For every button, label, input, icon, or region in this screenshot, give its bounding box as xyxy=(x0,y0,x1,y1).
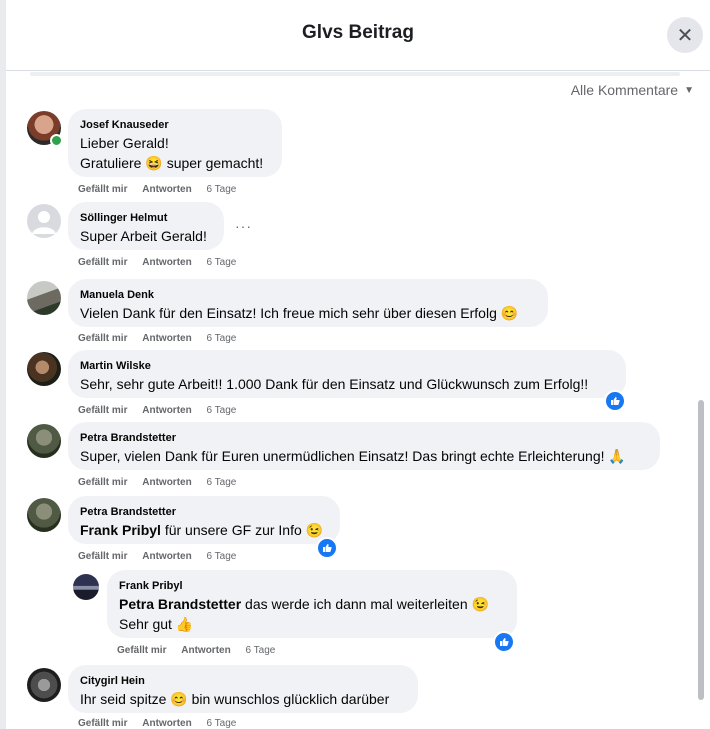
comment-text: Frank Pribyl für unsere GF zur Info 😉 xyxy=(80,522,324,538)
comment-time[interactable]: 6 Tage xyxy=(245,645,275,656)
comment-author[interactable]: Manuela Denk xyxy=(80,287,536,303)
like-link[interactable]: Gefällt mir xyxy=(78,477,127,488)
reply-link[interactable]: Antworten xyxy=(142,718,191,729)
reply-link[interactable]: Antworten xyxy=(142,257,191,268)
smile-emoji-icon: 😊 xyxy=(170,691,188,707)
comment-actions: Gefällt mir Antworten 6 Tage xyxy=(78,257,236,268)
comment-time[interactable]: 6 Tage xyxy=(206,551,236,562)
comment-author[interactable]: Petra Brandstetter xyxy=(80,430,648,446)
comment-actions: Gefällt mir Antworten 6 Tage xyxy=(78,718,236,729)
comment-author[interactable]: Josef Knauseder xyxy=(80,117,270,133)
dialog-title: Glvs Beitrag xyxy=(302,22,414,43)
comment-actions: Gefällt mir Antworten 6 Tage xyxy=(78,184,236,195)
mention-link[interactable]: Frank Pribyl xyxy=(80,522,161,538)
avatar[interactable] xyxy=(27,424,61,458)
reply-link[interactable]: Antworten xyxy=(181,645,230,656)
reply-link[interactable]: Antworten xyxy=(142,405,191,416)
comment-text: Vielen Dank für den Einsatz! Ich freue m… xyxy=(80,305,519,321)
post-footer-divider xyxy=(30,72,680,76)
avatar[interactable] xyxy=(27,281,61,315)
reply-bubble: Frank Pribyl Petra Brandstetter das werd… xyxy=(107,570,517,638)
smile-emoji-icon: 😊 xyxy=(500,305,519,321)
comment-bubble: Petra Brandstetter Super, vielen Dank fü… xyxy=(68,422,660,470)
like-link[interactable]: Gefällt mir xyxy=(78,405,127,416)
like-reaction-icon[interactable] xyxy=(493,631,515,653)
like-reaction-icon[interactable] xyxy=(604,390,626,412)
comment-time[interactable]: 6 Tage xyxy=(206,477,236,488)
like-link[interactable]: Gefällt mir xyxy=(78,718,127,729)
scrollbar-thumb[interactable] xyxy=(698,400,704,700)
caret-down-icon: ▼ xyxy=(684,84,694,96)
comment-bubble: Söllinger Helmut Super Arbeit Gerald! xyxy=(68,202,224,250)
comment-actions: Gefällt mir Antworten 6 Tage xyxy=(78,405,236,416)
like-link[interactable]: Gefällt mir xyxy=(78,333,127,344)
comment-author[interactable]: Söllinger Helmut xyxy=(80,210,212,226)
comment-text: Petra Brandstetter das werde ich dann ma… xyxy=(119,596,489,612)
like-link[interactable]: Gefällt mir xyxy=(78,184,127,195)
comment-time[interactable]: 6 Tage xyxy=(206,257,236,268)
avatar[interactable] xyxy=(27,668,61,702)
wink-emoji-icon: 😉 xyxy=(471,596,489,612)
comment-bubble: Manuela Denk Vielen Dank für den Einsatz… xyxy=(68,279,548,327)
like-reaction-icon[interactable] xyxy=(316,537,338,559)
comment-time[interactable]: 6 Tage xyxy=(206,405,236,416)
laughing-emoji-icon: 😆 xyxy=(145,155,163,171)
avatar[interactable] xyxy=(73,574,99,600)
comment-time[interactable]: 6 Tage xyxy=(206,718,236,729)
comment-text: Super Arbeit Gerald! xyxy=(80,228,207,244)
avatar[interactable] xyxy=(27,204,61,238)
comment-author[interactable]: Martin Wilske xyxy=(80,358,614,374)
online-status-dot xyxy=(50,134,63,147)
more-options-icon[interactable]: ··· xyxy=(235,218,252,234)
comment-bubble: Petra Brandstetter Frank Pribyl für unse… xyxy=(68,496,340,544)
folded-hands-emoji-icon: 🙏 xyxy=(608,448,626,464)
reply-link[interactable]: Antworten xyxy=(142,551,191,562)
comment-author[interactable]: Petra Brandstetter xyxy=(80,504,328,520)
like-link[interactable]: Gefällt mir xyxy=(78,551,127,562)
like-link[interactable]: Gefällt mir xyxy=(117,645,166,656)
comment-time[interactable]: 6 Tage xyxy=(206,333,236,344)
avatar[interactable] xyxy=(27,352,61,386)
comment-bubble: Martin Wilske Sehr, sehr gute Arbeit!! 1… xyxy=(68,350,626,398)
scrollbar[interactable] xyxy=(698,100,704,720)
thumbs-up-emoji-icon: 👍 xyxy=(175,616,194,632)
reply-link[interactable]: Antworten xyxy=(142,184,191,195)
like-link[interactable]: Gefällt mir xyxy=(78,257,127,268)
avatar[interactable] xyxy=(27,498,61,532)
close-icon: ✕ xyxy=(676,24,694,47)
close-button[interactable]: ✕ xyxy=(667,17,703,53)
comment-text: Lieber Gerald! xyxy=(80,135,169,151)
comment-actions: Gefällt mir Antworten 6 Tage xyxy=(117,645,275,656)
comment-text: Sehr, sehr gute Arbeit!! 1.000 Dank für … xyxy=(80,376,589,392)
default-user-icon xyxy=(32,211,56,234)
comment-author[interactable]: Frank Pribyl xyxy=(119,578,505,594)
comment-bubble: Citygirl Hein Ihr seid spitze 😊 bin wuns… xyxy=(68,665,418,713)
comment-actions: Gefällt mir Antworten 6 Tage xyxy=(78,551,236,562)
comment-text: Super, vielen Dank für Euren unermüdlich… xyxy=(80,448,626,464)
comment-text: Gratuliere 😆 super gemacht! xyxy=(80,155,264,171)
wink-emoji-icon: 😉 xyxy=(305,522,324,538)
comment-bubble: Josef Knauseder Lieber Gerald! Gratulier… xyxy=(68,109,282,177)
sort-label: Alle Kommentare xyxy=(570,82,679,98)
comment-text: Ihr seid spitze 😊 bin wunschlos glücklic… xyxy=(80,691,390,707)
reply-link[interactable]: Antworten xyxy=(142,477,191,488)
comment-actions: Gefällt mir Antworten 6 Tage xyxy=(78,477,236,488)
comment-actions: Gefällt mir Antworten 6 Tage xyxy=(78,333,236,344)
comment-author[interactable]: Citygirl Hein xyxy=(80,673,406,689)
left-edge xyxy=(0,0,6,729)
comment-text: Sehr gut 👍 xyxy=(119,616,194,632)
dialog-header: Glvs Beitrag ✕ xyxy=(6,0,710,71)
comment-time[interactable]: 6 Tage xyxy=(206,184,236,195)
reply-link[interactable]: Antworten xyxy=(142,333,191,344)
mention-link[interactable]: Petra Brandstetter xyxy=(119,596,241,612)
comment-sort-dropdown[interactable]: Alle Kommentare ▼ xyxy=(571,82,694,98)
